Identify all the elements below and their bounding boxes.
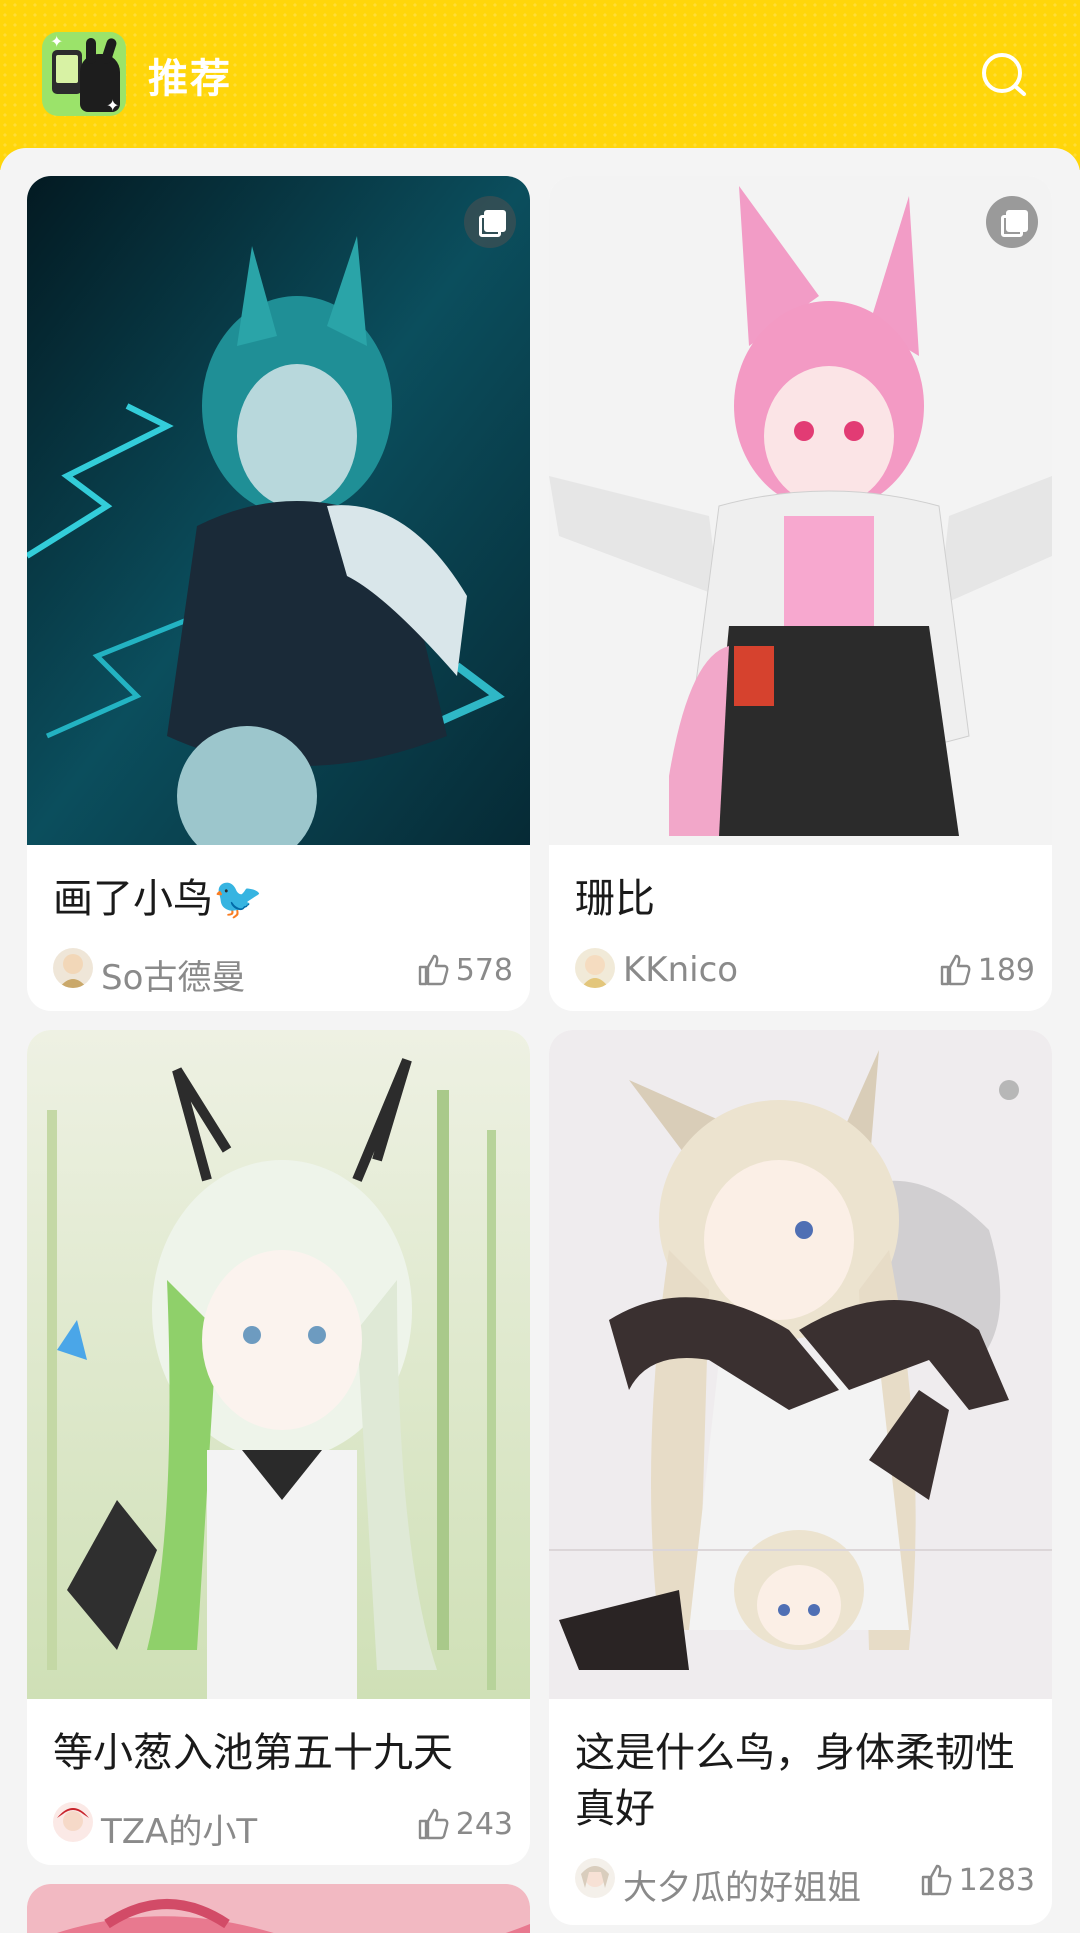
post-title: 画了小鸟🐦 (53, 876, 263, 922)
author-avatar[interactable] (53, 1802, 93, 1842)
post-image[interactable] (549, 1030, 1052, 1699)
thumbs-up-icon (940, 954, 971, 986)
post-meta: 大夕瓜的好姐姐 1283 (575, 1856, 1035, 1908)
thumbs-up-icon (921, 1864, 952, 1896)
post-image[interactable] (27, 1884, 530, 1933)
app-logo-icon[interactable]: ✦ ✦ (42, 32, 126, 116)
thumbs-up-icon (418, 954, 449, 986)
post-card[interactable]: 画了小鸟🐦 So古德曼 578 (27, 176, 530, 1011)
author-name[interactable]: 大夕瓜的好姐姐 (623, 1860, 861, 1909)
search-icon[interactable] (980, 50, 1030, 100)
post-meta: TZA的小T 243 (53, 1800, 513, 1852)
like-button[interactable]: 578 (416, 950, 513, 990)
post-title: 等小葱入池第五十九天 (53, 1730, 453, 1776)
author-name[interactable]: TZA的小T (101, 1804, 257, 1853)
post-title: 这是什么鸟，身体柔韧性真好 (575, 1730, 1015, 1832)
post-card[interactable] (27, 1884, 530, 1933)
author-name[interactable]: KKnico (623, 950, 738, 990)
post-feed: 画了小鸟🐦 So古德曼 578 珊比 KKnico 189 等小葱入池第五十九天… (0, 148, 1080, 1933)
page-title: 推荐 (148, 56, 232, 102)
author-name[interactable]: So古德曼 (101, 950, 245, 999)
author-avatar[interactable] (575, 1858, 615, 1898)
multi-image-icon (464, 196, 516, 248)
like-button[interactable]: 243 (416, 1804, 513, 1844)
post-image[interactable] (27, 176, 530, 845)
like-button[interactable]: 189 (938, 950, 1035, 990)
author-avatar[interactable] (575, 948, 615, 988)
post-card[interactable]: 等小葱入池第五十九天 TZA的小T 243 (27, 1030, 530, 1865)
post-meta: KKnico 189 (575, 946, 1035, 990)
like-count: 189 (977, 952, 1035, 988)
like-count: 578 (455, 952, 513, 988)
post-image[interactable] (549, 176, 1052, 845)
multi-image-icon (986, 196, 1038, 248)
post-card[interactable]: 珊比 KKnico 189 (549, 176, 1052, 1011)
thumbs-up-icon (418, 1808, 449, 1840)
like-count: 243 (455, 1806, 513, 1842)
top-bar: ✦ ✦ 推荐 (0, 0, 1080, 170)
like-count: 1283 (958, 1862, 1035, 1898)
post-card[interactable]: 这是什么鸟，身体柔韧性真好 大夕瓜的好姐姐 1283 (549, 1030, 1052, 1925)
author-avatar[interactable] (53, 948, 93, 988)
post-image[interactable] (27, 1030, 530, 1699)
like-button[interactable]: 1283 (919, 1860, 1035, 1900)
post-title: 珊比 (575, 876, 655, 922)
post-meta: So古德曼 578 (53, 946, 513, 998)
